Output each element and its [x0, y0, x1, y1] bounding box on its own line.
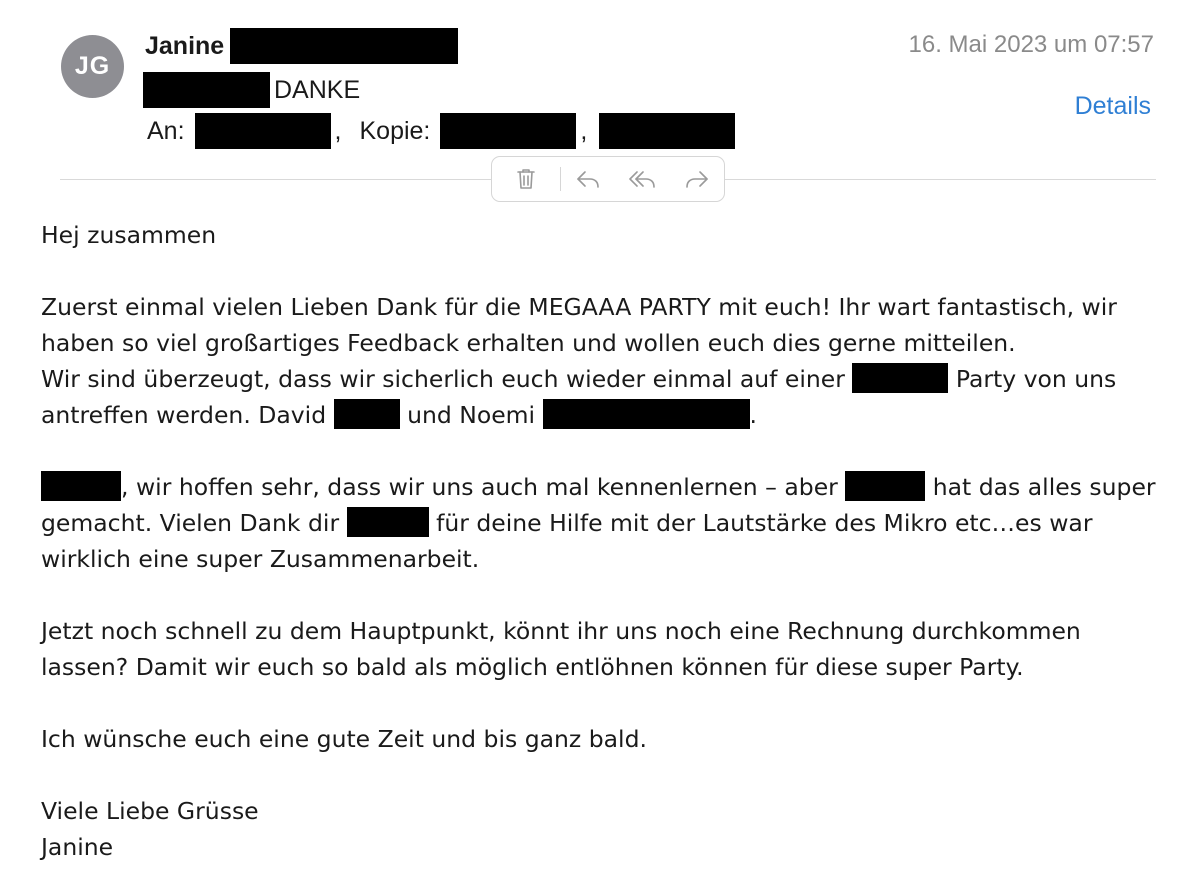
paragraph: Jetzt noch schnell zu dem Hauptpunkt, kö…: [41, 613, 1171, 685]
trash-icon[interactable]: [492, 156, 560, 202]
reply-icon[interactable]: [561, 156, 615, 202]
message-toolbar: [491, 156, 725, 202]
body-line: Ich wünsche euch eine gute Zeit und bis …: [41, 725, 647, 753]
message-date: 16. Mai 2023 um 07:57: [908, 31, 1155, 58]
text-fragment: , wir hoffen sehr, dass wir uns auch mal…: [121, 473, 846, 501]
body-line: Hej zusammen: [41, 221, 217, 249]
redacted-block: [852, 363, 949, 393]
text-fragment: für deine Hilfe mit der Lautstärke des M…: [428, 509, 1093, 537]
closing: Viele Liebe Grüsse: [41, 797, 259, 825]
body-line: gemacht. Vielen Dank dir für deine Hilfe…: [41, 505, 1171, 541]
signature: Janine: [41, 833, 114, 861]
text-fragment: antreffen werden. David: [41, 401, 334, 429]
body-line: wirklich eine super Zusammenarbeit.: [41, 545, 480, 573]
body-line: lassen? Damit wir euch so bald als mögli…: [41, 653, 1024, 681]
text-fragment: Wir sind überzeugt, dass wir sicherlich …: [41, 365, 853, 393]
message-body: Hej zusammen Zuerst einmal vielen Lieben…: [41, 217, 1171, 865]
redacted-block: [333, 399, 400, 429]
recipient-separator: ,: [334, 116, 342, 145]
text-fragment: hat das alles super: [925, 473, 1156, 501]
details-link[interactable]: Details: [1075, 92, 1151, 121]
redacted-block: [542, 399, 750, 429]
sender-name[interactable]: Janine: [145, 32, 224, 61]
body-line: haben so viel großartiges Feedback erhal…: [41, 329, 1016, 357]
forward-icon[interactable]: [670, 156, 724, 202]
redacted-block: [440, 113, 577, 149]
sender-line: Janine: [145, 28, 459, 64]
paragraph: Ich wünsche euch eine gute Zeit und bis …: [41, 721, 1171, 757]
redacted-block: [194, 113, 331, 149]
redacted-block: [230, 28, 459, 64]
subject-line: DANKE: [143, 72, 360, 108]
text-fragment: und Noemi: [399, 401, 543, 429]
recipient-separator: ,: [580, 116, 588, 145]
subject-text: DANKE: [274, 75, 361, 104]
cc-label: Kopie:: [359, 116, 431, 145]
body-line: , wir hoffen sehr, dass wir uns auch mal…: [41, 469, 1171, 505]
signature-block: Viele Liebe Grüsse Janine: [41, 793, 1171, 865]
redacted-block: [41, 471, 121, 501]
greeting: Hej zusammen: [41, 217, 1171, 253]
redacted-block: [143, 72, 270, 108]
body-line: Zuerst einmal vielen Lieben Dank für die…: [41, 293, 1117, 321]
body-line: antreffen werden. David und Noemi .: [41, 397, 1171, 433]
redacted-block: [845, 471, 926, 501]
to-label: An:: [147, 116, 185, 145]
paragraph: Zuerst einmal vielen Lieben Dank für die…: [41, 289, 1171, 433]
text-fragment: gemacht. Vielen Dank dir: [41, 509, 347, 537]
body-line: Wir sind überzeugt, dass wir sicherlich …: [41, 361, 1171, 397]
redacted-block: [599, 113, 736, 149]
text-fragment: .: [749, 401, 758, 429]
reply-all-icon[interactable]: [615, 156, 669, 202]
redacted-block: [346, 507, 429, 537]
recipients-line: An: , Kopie: ,: [147, 113, 736, 149]
avatar: JG: [61, 35, 124, 98]
text-fragment: Party von uns: [948, 365, 1117, 393]
paragraph: , wir hoffen sehr, dass wir uns auch mal…: [41, 469, 1171, 577]
body-line: Jetzt noch schnell zu dem Hauptpunkt, kö…: [41, 617, 1081, 645]
